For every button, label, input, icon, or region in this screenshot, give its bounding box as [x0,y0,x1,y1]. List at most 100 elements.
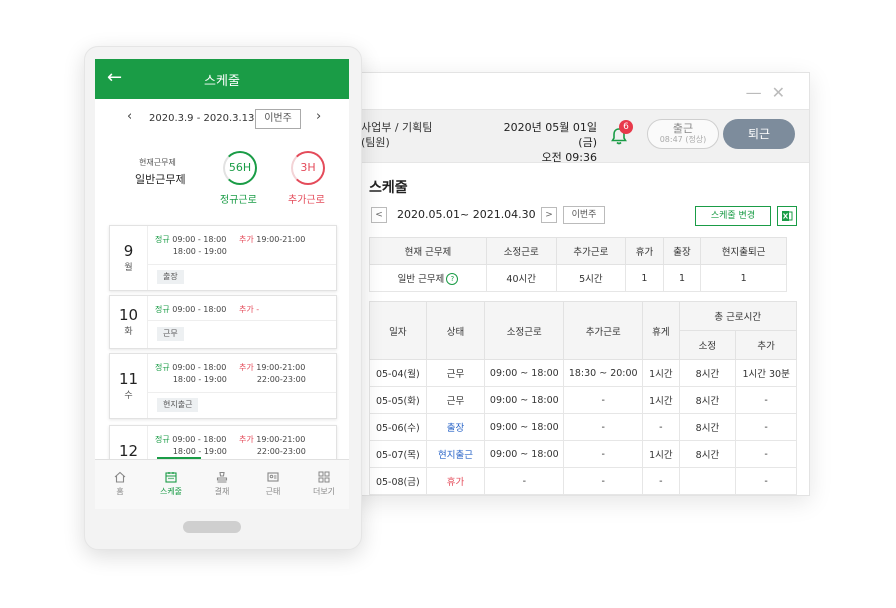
mobile-screen: ← 스케줄 ‹ 2020.3.9 - 2020.3.13 › 이번주 현재근무제… [95,59,349,509]
schedule-table: 일자 상태 소정근로 추가근로 휴게 총 근로시간 소정 추가 05-04(월)… [369,301,798,495]
header-cell: 현재 근무제 [369,237,487,265]
header-cell: 소정 [678,330,737,360]
day-weekday: 수 [124,391,133,401]
date-cell: 05-06(수) [369,413,427,441]
extra-time: 19:00-21:00 [256,235,306,244]
tab-more[interactable]: 더보기 [304,470,344,497]
prev-range-button[interactable]: < [371,207,387,223]
extra-time: - [256,305,260,314]
home-button[interactable] [183,521,241,533]
total-regular-cell: 8시간 [678,413,737,441]
extra-cell: - [563,440,644,468]
status-cell: 휴가 [425,467,486,495]
change-schedule-button[interactable]: 스케줄 변경 [695,206,771,226]
header-cell: 추가근로 [563,301,644,360]
prev-week-icon[interactable]: ‹ [127,109,132,124]
trip-count-cell: 1 [662,264,702,292]
regular-cell: 09:00 ~ 18:00 [484,359,565,387]
header-cell: 추가 [735,330,797,360]
day-card[interactable]: 10 화 정규 09:00 - 18:00 추가 - 근무 [109,295,337,349]
summary-table: 현재 근무제 소정근로 추가근로 휴가 출장 현지출퇴근 일반 근무제? 40시… [369,237,787,292]
regular-time-2: 18:00 - 19:00 [172,447,227,456]
day-card[interactable]: 9 월 정규 09:00 - 18:00 18:00 - 19:00 추가 19… [109,225,337,291]
regular-label: 정규 [155,363,170,372]
header-cell: 총 근로시간 [678,301,798,331]
tab-schedule[interactable]: 스케줄 [151,470,191,497]
divider [147,264,336,265]
tab-label: 홈 [116,487,124,496]
status-badge: 출장 [157,270,184,284]
date-cell: 05-07(목) [369,440,427,468]
next-week-icon[interactable]: › [316,109,321,124]
regular-time: 09:00 - 18:00 [172,305,227,314]
calendar-icon [165,472,177,483]
tab-attendance[interactable]: 근태 [253,470,293,497]
regular-hours-label: 정규근로 [220,195,257,206]
page-title: 스케줄 [369,180,408,196]
current-time: 오전 09:36 [541,151,597,164]
work-system-cell: 일반 근무제? [369,264,487,292]
day-column: 11 수 [110,354,148,418]
summary-header-row: 현재 근무제 소정근로 추가근로 휴가 출장 현지출퇴근 [369,237,787,265]
current-system-label: 현재근무제 [139,158,176,167]
table-row[interactable]: 05-04(월) 근무 09:00 ~ 18:00 18:30 ~ 20:00 … [369,359,797,387]
header-cell: 상태 [425,301,486,360]
extra-time-2: 22:00-23:00 [256,447,306,456]
minimize-icon[interactable]: — [746,83,772,102]
mobile-title: 스케줄 [204,74,240,89]
extra-cell: - [563,413,644,441]
this-week-button[interactable]: 이번주 [255,109,301,129]
date-cell: 05-04(월) [369,359,427,387]
approval-icon [216,471,228,483]
user-role: (팀원) [361,136,390,149]
extra-times: 추가 - [239,304,259,316]
extra-hours-label: 추가근로 [288,195,325,206]
day-column: 9 월 [110,226,148,290]
day-card[interactable]: 11 수 정규 09:00 - 18:00 18:00 - 19:00 추가 1… [109,353,337,419]
dept-name: 사업부 / 기획팀 [361,121,433,134]
tab-label: 스케줄 [159,487,183,496]
this-week-button[interactable]: 이번주 [563,206,605,224]
header-cell: 일자 [369,301,427,360]
user-department: 사업부 / 기획팀 (팀원) [361,120,432,150]
excel-export-button[interactable] [777,206,797,226]
day-number: 10 [118,306,139,324]
table-row[interactable]: 05-05(화) 근무 09:00 ~ 18:00 - 1시간 8시간 - [369,386,797,414]
header-cell: 현지출퇴근 [700,237,787,265]
extra-time-2: 22:00-23:00 [256,375,306,384]
clock-in-button[interactable]: 출근 08:47 (정상) [647,119,719,149]
divider [147,320,336,321]
break-cell: 1시간 [642,359,680,387]
header-cell: 휴가 [625,237,664,265]
next-range-button[interactable]: > [541,207,557,223]
table-row[interactable]: 05-06(수) 출장 09:00 ~ 18:00 - - 8시간 - [369,413,797,441]
grid-icon [318,471,330,483]
tab-home[interactable]: 홈 [100,470,140,497]
attendance-icon [267,472,279,482]
header-cell: 출장 [662,237,702,265]
regular-cell: 09:00 ~ 18:00 [484,413,565,441]
clock-out-button[interactable]: 퇴근 [723,119,795,149]
regular-time-2: 18:00 - 19:00 [172,375,227,384]
bottom-tab-bar: 홈 스케줄 결재 근태 더보기 [95,459,349,509]
clock-in-time: 08:47 (정상) [659,135,707,144]
status-cell: 근무 [425,386,486,414]
header-cell: 추가근로 [555,237,627,265]
total-extra-cell: - [735,386,797,414]
user-status-bar: 사업부 / 기획팀 (팀원) 2020년 05월 01일 (금) 오전 09:3… [351,109,809,164]
extra-label: 추가 [239,363,254,372]
regular-time: 09:00 - 18:00 [172,235,227,244]
tab-approval[interactable]: 결재 [202,470,242,497]
day-number: 11 [118,370,139,388]
close-icon[interactable]: ✕ [772,83,795,102]
home-icon [114,471,126,483]
window-controls: —✕ [746,83,795,102]
table-row[interactable]: 05-08(금) 휴가 - - - - [369,467,797,495]
help-icon[interactable]: ? [446,273,459,286]
total-extra-cell: - [735,467,797,495]
regular-hours-ring: 56H [223,151,257,185]
table-row[interactable]: 05-07(목) 현지출근 09:00 ~ 18:00 - 1시간 8시간 - [369,440,797,468]
day-weekday: 화 [124,327,133,337]
regular-time-2: 18:00 - 19:00 [172,247,227,256]
break-cell: - [642,467,680,495]
